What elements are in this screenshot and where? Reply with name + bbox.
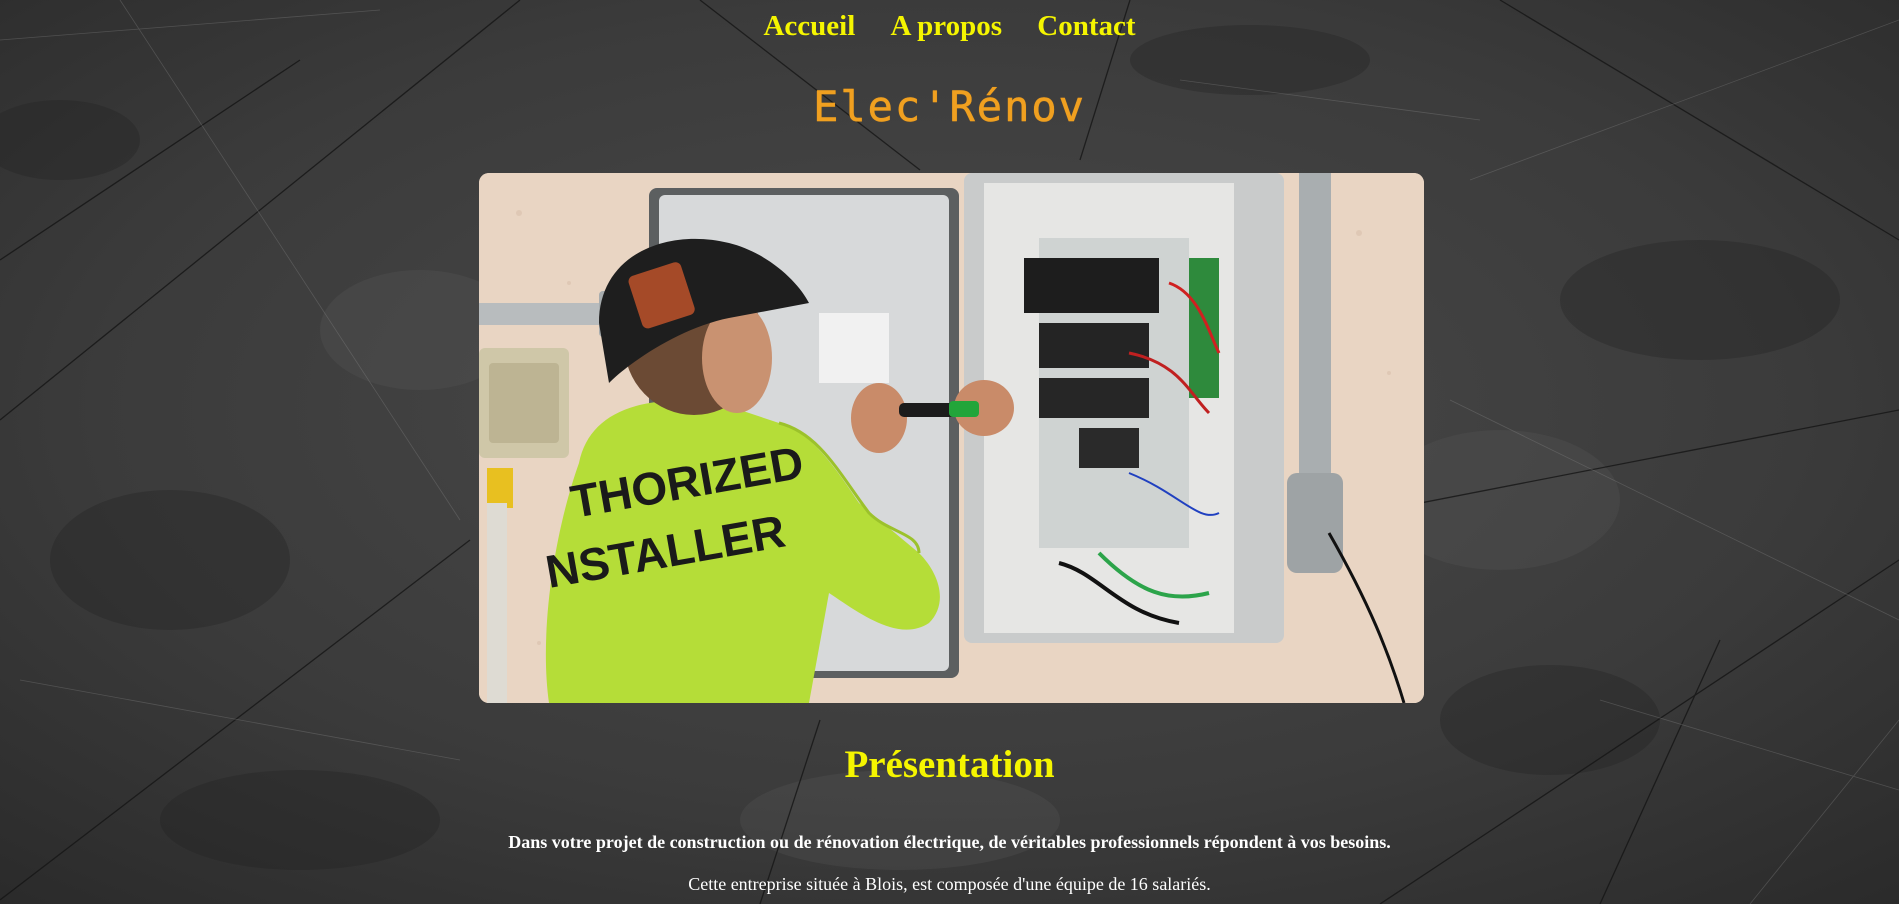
body-paragraph: Cette entreprise située à Blois, est com… bbox=[688, 874, 1211, 894]
electrician-photo: THORIZED NSTALLER bbox=[479, 173, 1424, 703]
hero-image: THORIZED NSTALLER bbox=[479, 173, 1424, 703]
section-heading: Présentation bbox=[844, 743, 1055, 786]
page: Accueil A propos Contact Elec'Rénov THOR… bbox=[0, 0, 1899, 904]
main-nav: Accueil A propos Contact bbox=[0, 10, 1899, 43]
site-logo[interactable]: Elec'Rénov bbox=[0, 82, 1899, 132]
lead-paragraph: Dans votre projet de construction ou de … bbox=[508, 832, 1391, 852]
nav-link-accueil[interactable]: Accueil bbox=[763, 10, 855, 43]
nav-link-a-propos[interactable]: A propos bbox=[891, 10, 1002, 43]
nav-link-contact[interactable]: Contact bbox=[1037, 10, 1135, 43]
